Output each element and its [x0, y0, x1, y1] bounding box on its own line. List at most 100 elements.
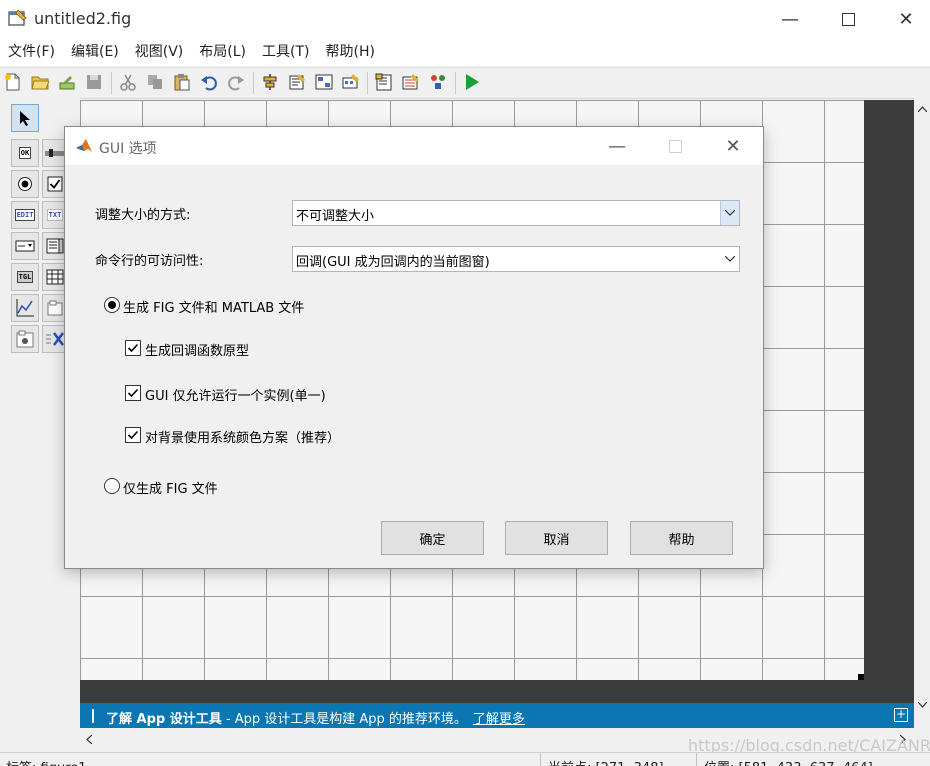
radio-fig-only-label[interactable]: 仅生成 FIG 文件	[123, 478, 218, 497]
run-button[interactable]	[461, 71, 483, 93]
menu-edit[interactable]: 编辑(E)	[63, 38, 127, 66]
check-callback-prototypes[interactable]	[125, 340, 141, 356]
checkbox-icon	[47, 176, 63, 192]
listbox-icon	[46, 238, 64, 254]
banner-body: - App 设计工具是构建 App 的推荐环境。	[221, 712, 467, 727]
editor-icon	[375, 73, 392, 91]
object-browser-icon	[431, 75, 445, 89]
radio-fig-and-mfile-label[interactable]: 生成 FIG 文件和 MATLAB 文件	[123, 297, 304, 316]
edit-text-icon: EDIT	[14, 209, 36, 221]
editor-button[interactable]	[373, 71, 395, 93]
run-icon	[466, 74, 479, 90]
redo-icon	[228, 76, 244, 91]
maximize-icon	[668, 139, 682, 153]
menu-layout[interactable]: 布局(L)	[191, 38, 254, 66]
vertical-scrollbar[interactable]	[914, 98, 930, 718]
tab-order-icon	[315, 74, 333, 90]
scroll-down-icon[interactable]	[918, 702, 927, 708]
scroll-left-icon[interactable]	[86, 735, 92, 744]
align-button[interactable]	[259, 71, 281, 93]
static-text-icon: TXT	[46, 209, 64, 221]
paste-icon	[174, 74, 190, 91]
canvas-border-right	[864, 100, 914, 703]
cut-button[interactable]	[117, 71, 139, 93]
palette-axes[interactable]	[11, 294, 39, 322]
copy-button[interactable]	[144, 71, 166, 93]
ok-button[interactable]: 确定	[381, 521, 484, 555]
activex-icon	[46, 332, 64, 346]
matlab-logo-icon	[76, 139, 92, 152]
close-button[interactable]: ✕	[884, 4, 928, 34]
menu-editor-icon	[289, 74, 305, 90]
canvas-border-bottom	[80, 680, 914, 703]
dialog-close-button[interactable]: ✕	[711, 131, 755, 161]
property-inspector-button[interactable]	[400, 71, 422, 93]
status-divider	[696, 753, 697, 766]
palette-toggle-button[interactable]: TGL	[11, 263, 39, 291]
palette-popup-menu[interactable]	[11, 232, 39, 260]
chevron-down-icon	[725, 210, 735, 216]
window-title: untitled2.fig	[34, 9, 132, 28]
dialog-maximize-button	[653, 131, 697, 161]
palette-button-group[interactable]	[11, 325, 39, 353]
menu-editor-button[interactable]	[286, 71, 308, 93]
minimize-icon: —	[781, 8, 799, 30]
toolbar-editor-button[interactable]	[340, 71, 362, 93]
menu-tools[interactable]: 工具(T)	[254, 38, 317, 66]
dialog-minimize-button[interactable]: —	[595, 131, 639, 161]
check-system-colors[interactable]	[125, 427, 141, 443]
new-button[interactable]	[2, 71, 24, 93]
resize-behavior-label: 调整大小的方式:	[95, 208, 191, 223]
palette-pushbutton[interactable]: OK	[11, 139, 39, 167]
toolbar-separator	[253, 72, 254, 94]
resize-behavior-select[interactable]: 不可调整大小	[292, 200, 740, 226]
axes-icon	[16, 299, 34, 317]
resize-dropdown-button[interactable]	[720, 201, 739, 225]
command-line-dropdown-button[interactable]	[721, 247, 739, 271]
check-single-instance-label[interactable]: GUI 仅允许运行一个实例(单一)	[145, 385, 326, 404]
open-button[interactable]	[29, 71, 51, 93]
menu-view[interactable]: 视图(V)	[127, 38, 192, 66]
property-inspector-icon	[402, 74, 419, 90]
menu-file[interactable]: 文件(F)	[0, 38, 63, 66]
redo-button[interactable]	[225, 71, 247, 93]
palette-radiobutton[interactable]	[11, 170, 39, 198]
banner-bold: 了解 App 设计工具	[106, 712, 222, 727]
dialog-title-bar: GUI 选项 — ✕	[65, 127, 763, 165]
close-icon: ✕	[725, 135, 741, 157]
open-folder-icon	[31, 76, 49, 90]
export-button[interactable]	[56, 71, 78, 93]
menu-help[interactable]: 帮助(H)	[318, 38, 383, 66]
resize-behavior-value: 不可调整大小	[296, 209, 375, 224]
app-designer-banner: 了解 App 设计工具 - App 设计工具是构建 App 的推荐环境。 了解更多…	[80, 703, 914, 728]
canvas-resize-handle[interactable]	[858, 674, 864, 680]
paste-button[interactable]	[171, 71, 193, 93]
save-icon	[59, 76, 75, 90]
toolbar-separator	[111, 72, 112, 94]
check-callback-prototypes-label[interactable]: 生成回调函数原型	[145, 340, 249, 359]
object-browser-button[interactable]	[427, 71, 449, 93]
title-bar: untitled2.fig — ✕	[0, 0, 930, 38]
tab-order-button[interactable]	[313, 71, 335, 93]
help-button[interactable]: 帮助	[630, 521, 733, 555]
cancel-button[interactable]: 取消	[505, 521, 608, 555]
status-bar: 标签: figure1 当前点: [271, 348] 位置: [581, 43…	[0, 752, 930, 766]
expand-banner-icon[interactable]: +	[894, 708, 908, 722]
scroll-up-icon[interactable]	[918, 106, 927, 112]
minimize-button[interactable]: —	[768, 4, 812, 34]
check-single-instance[interactable]	[125, 385, 141, 401]
radio-fig-only[interactable]	[104, 478, 120, 494]
maximize-button[interactable]	[826, 4, 870, 34]
learn-more-link[interactable]: 了解更多	[473, 712, 525, 727]
dialog-title: GUI 选项	[99, 141, 157, 157]
palette-select[interactable]	[11, 104, 39, 132]
save-button[interactable]	[83, 71, 105, 93]
palette-edit-text[interactable]: EDIT	[11, 201, 39, 229]
undo-button[interactable]	[198, 71, 220, 93]
status-divider	[540, 753, 541, 766]
close-icon: ✕	[898, 8, 914, 30]
checkmark-icon	[127, 430, 139, 440]
command-line-select[interactable]: 回调(GUI 成为回调内的当前图窗)	[292, 246, 740, 272]
radio-fig-and-mfile[interactable]	[104, 297, 120, 313]
check-system-colors-label[interactable]: 对背景使用系统颜色方案（推荐）	[145, 427, 340, 446]
